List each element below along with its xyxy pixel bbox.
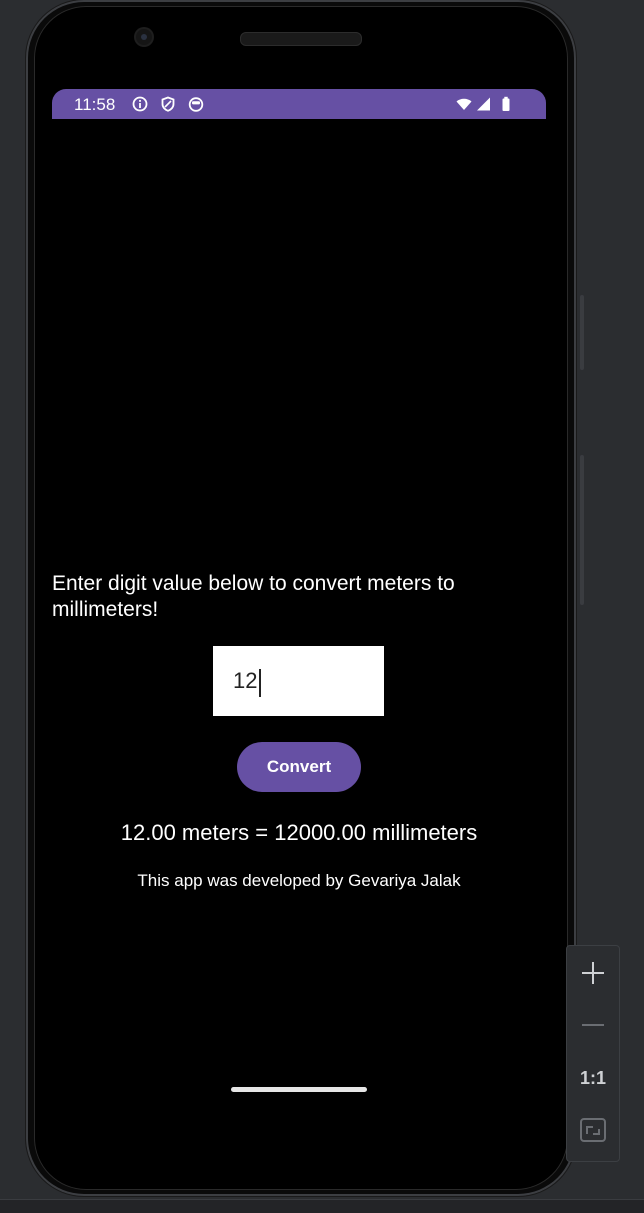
zoom-controls: 1:1: [566, 945, 620, 1162]
info-icon: [132, 96, 148, 112]
shield-icon: [160, 96, 176, 112]
status-bar: 11:58: [52, 89, 546, 119]
ide-bottom-strip: [0, 1199, 644, 1213]
face-icon: [188, 96, 204, 112]
actual-size-button[interactable]: 1:1: [567, 1055, 619, 1101]
instruction-text: Enter digit value below to convert meter…: [52, 572, 455, 621]
volume-button: [580, 455, 584, 605]
zoom-in-icon[interactable]: [567, 950, 619, 996]
gesture-nav-handle[interactable]: [231, 1087, 367, 1092]
status-time: 11:58: [74, 95, 116, 114]
battery-icon: [498, 96, 514, 112]
earpiece-speaker: [240, 32, 362, 46]
signal-icon: [475, 96, 491, 112]
text-cursor: [259, 669, 261, 697]
conversion-result: 12.00 meters = 12000.00 millimeters: [120, 820, 478, 845]
wifi-icon: [456, 96, 472, 112]
zoom-out-icon[interactable]: [567, 1002, 619, 1048]
fit-screen-icon[interactable]: [567, 1107, 619, 1153]
developer-credit: This app was developed by Gevariya Jalak: [137, 871, 461, 890]
power-button: [580, 295, 584, 370]
meters-input[interactable]: [213, 646, 384, 716]
front-camera: [136, 29, 152, 45]
convert-button[interactable]: Convert: [237, 742, 361, 792]
